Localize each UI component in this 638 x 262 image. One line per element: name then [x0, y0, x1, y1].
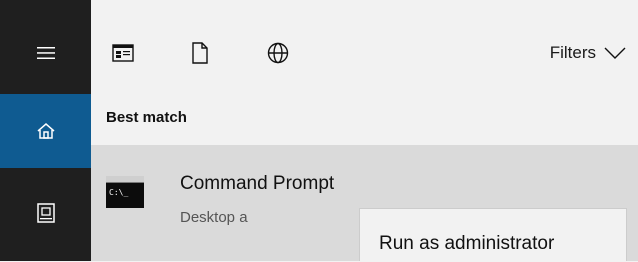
home-button[interactable]	[0, 94, 91, 168]
command-prompt-icon-text: C:\_	[109, 188, 128, 197]
document-icon	[36, 203, 55, 223]
left-rail	[0, 0, 91, 261]
result-title: Command Prompt	[180, 173, 335, 194]
run-as-administrator-item[interactable]: Run as administrator	[360, 209, 626, 262]
toolbar: Filters	[91, 0, 638, 94]
hamburger-icon	[36, 47, 55, 59]
best-match-heading: Best match	[106, 109, 187, 126]
apps-filter-button[interactable]	[110, 40, 136, 66]
result-subtitle: Desktop a	[180, 209, 248, 226]
home-icon	[37, 123, 54, 139]
search-panel: Filters Best match C:\_ Command Prompt D…	[91, 0, 638, 261]
chevron-down-icon	[604, 47, 626, 59]
web-icon	[267, 42, 289, 64]
filters-dropdown[interactable]: Filters	[550, 40, 626, 66]
filters-label: Filters	[549, 43, 596, 62]
documents-button[interactable]	[0, 175, 91, 251]
context-menu: Run as administrator	[359, 208, 627, 261]
web-filter-button[interactable]	[265, 40, 291, 66]
documents-icon	[192, 42, 208, 64]
documents-filter-button[interactable]	[187, 40, 213, 66]
command-prompt-icon: C:\_	[106, 176, 144, 208]
menu-button[interactable]	[0, 15, 91, 91]
apps-icon	[112, 44, 134, 62]
